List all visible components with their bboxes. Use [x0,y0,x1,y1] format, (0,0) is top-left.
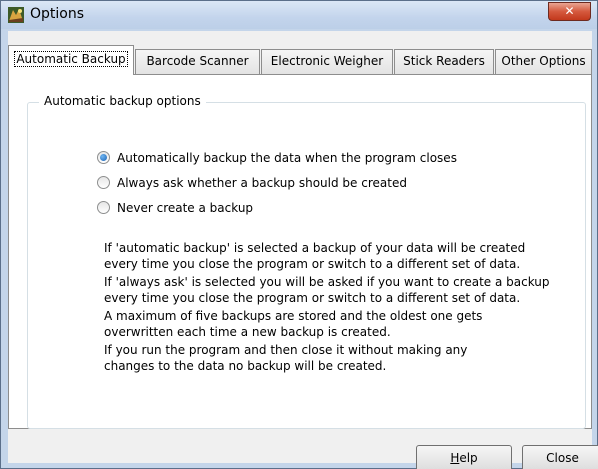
radio-label: Automatically backup the data when the p… [117,151,457,165]
tab-label: Stick Readers [403,54,485,68]
window-close-button[interactable]: ✕ [548,2,591,21]
radio-never-backup[interactable]: Never create a backup [97,199,297,217]
help-line: changes to the data no backup will be cr… [104,359,387,373]
backup-options-group: Automatic backup options Automatically b… [27,94,586,429]
window-title: Options [30,6,85,22]
options-window: Options ✕ Automatic Backup Barcode Scann… [0,0,598,469]
radio-button[interactable] [97,176,110,189]
options-app-icon [8,7,24,23]
tab-barcode-scanner[interactable]: Barcode Scanner [135,49,260,74]
tab-label: Other Options [501,54,586,68]
radio-button-selected[interactable] [97,151,110,164]
help-line: every time you close the program or swit… [104,257,521,271]
automatic-backup-page: Automatic backup options Automatically b… [8,74,592,429]
help-paragraph-no-changes: If you run the program and then close it… [104,342,467,374]
radio-always-ask[interactable]: Always ask whether a backup should be cr… [97,174,417,192]
help-line: every time you close the program or swit… [104,291,521,305]
tab-label: Electronic Weigher [270,54,384,68]
help-line: A maximum of five backups are stored and… [104,309,483,323]
tab-label: Barcode Scanner [146,54,249,68]
dialog-body: Automatic Backup Barcode Scanner Electro… [8,31,598,469]
help-mnemonic: H [450,451,460,465]
tab-electronic-weigher[interactable]: Electronic Weigher [261,49,393,74]
help-line: If 'always ask' is selected you will be … [104,275,550,289]
help-paragraph-automatic: If 'automatic backup' is selected a back… [104,240,525,272]
help-paragraph-always-ask: If 'always ask' is selected you will be … [104,274,550,306]
radio-automatic-backup[interactable]: Automatically backup the data when the p… [97,149,477,167]
help-line: If 'automatic backup' is selected a back… [104,241,526,255]
radio-label: Always ask whether a backup should be cr… [117,176,407,190]
help-line: If you run the program and then close it… [104,343,468,357]
group-title: Automatic backup options [39,94,206,108]
close-button[interactable]: Close [522,445,598,469]
tab-other-options[interactable]: Other Options [495,49,592,74]
tab-label: Automatic Backup [14,51,128,67]
close-icon: ✕ [564,4,575,18]
tab-stick-readers[interactable]: Stick Readers [394,49,494,74]
radio-button[interactable] [97,201,110,214]
tab-strip: Automatic Backup Barcode Scanner Electro… [8,45,592,75]
help-button[interactable]: Help [416,445,512,469]
tab-automatic-backup[interactable]: Automatic Backup [8,45,134,75]
title-bar[interactable]: Options ✕ [1,1,597,29]
help-line: overwritten each time a new backup is cr… [104,325,391,339]
help-label: elp [459,451,478,465]
help-paragraph-maximum: A maximum of five backups are stored and… [104,308,482,340]
radio-label: Never create a backup [117,201,254,215]
